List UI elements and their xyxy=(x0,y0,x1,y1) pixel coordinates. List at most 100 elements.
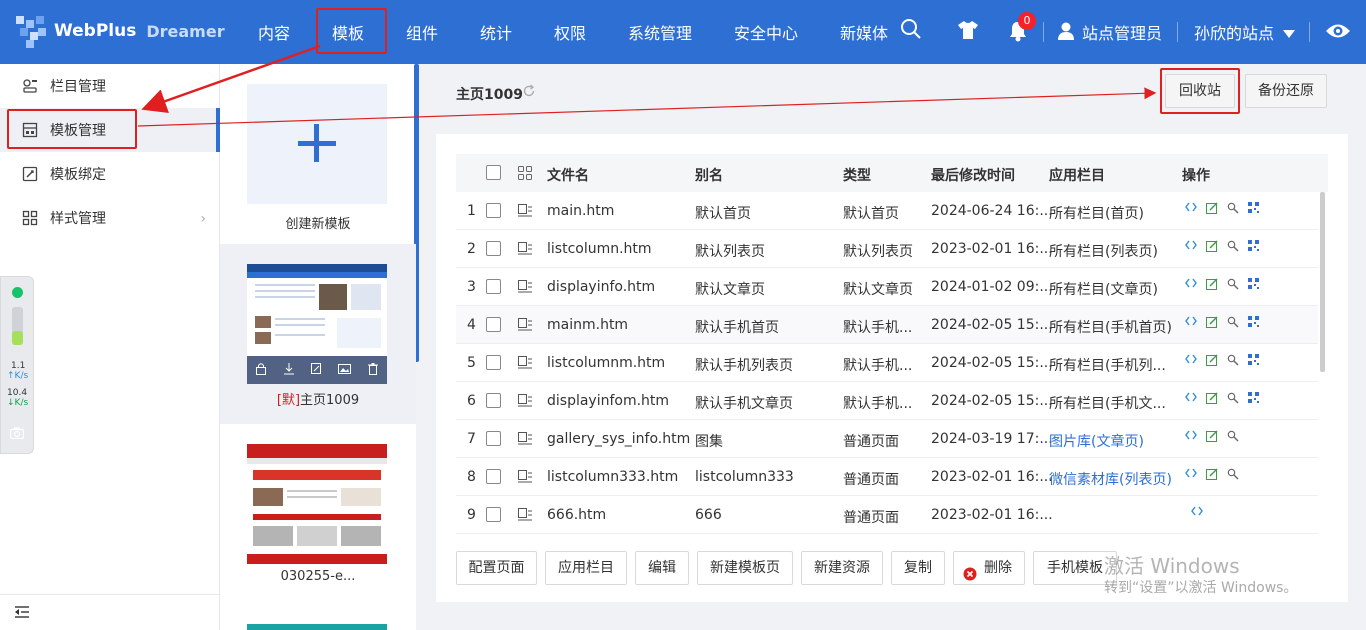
file-name[interactable]: listcolumnm.htm xyxy=(547,355,665,371)
col-filename[interactable]: 文件名 xyxy=(547,165,589,185)
col-modified[interactable]: 最后修改时间 xyxy=(931,165,1015,185)
nav-statistics[interactable]: 统计 xyxy=(480,20,512,44)
eye-icon[interactable] xyxy=(1325,22,1351,44)
select-all-checkbox[interactable] xyxy=(486,165,501,180)
view-icon[interactable] xyxy=(1227,468,1239,483)
table-row[interactable]: 5 listcolumnm.htm 默认手机列表页 默认手机... 2024-02-05… xyxy=(456,344,1318,382)
code-icon[interactable] xyxy=(1185,202,1197,217)
applied-column[interactable]: 图片库(文章页) xyxy=(1049,431,1144,451)
sidebar-item-style-manage[interactable]: 样式管理 › xyxy=(0,196,220,240)
new-resource-button[interactable]: 新建资源 xyxy=(801,551,883,585)
edit-icon[interactable] xyxy=(1206,468,1218,483)
qr-code-icon[interactable] xyxy=(1248,202,1259,217)
row-checkbox[interactable] xyxy=(486,279,501,294)
nav-component[interactable]: 组件 xyxy=(406,20,438,44)
row-checkbox[interactable] xyxy=(486,355,501,370)
table-row[interactable]: 8 listcolumn333.htm listcolumn333 普通页面 2023-… xyxy=(456,458,1318,496)
file-name[interactable]: main.htm xyxy=(547,203,614,219)
file-name[interactable]: 666.htm xyxy=(547,507,606,523)
backup-restore-button[interactable]: 备份还原 xyxy=(1245,74,1327,108)
edit-button[interactable]: 编辑 xyxy=(635,551,689,585)
table-row[interactable]: 7 gallery_sys_info.htm 图集 普通页面 2024-03-19 17… xyxy=(456,420,1318,458)
row-checkbox[interactable] xyxy=(486,431,501,446)
qr-code-icon[interactable] xyxy=(1248,392,1259,407)
file-name[interactable]: displayinfom.htm xyxy=(547,393,669,409)
collapse-menu-icon[interactable] xyxy=(14,605,30,623)
download-icon[interactable] xyxy=(283,362,295,378)
code-icon[interactable] xyxy=(1185,316,1197,331)
row-checkbox[interactable] xyxy=(486,317,501,332)
nav-new-media[interactable]: 新媒体 xyxy=(840,20,888,44)
sidebar-item-template-bind[interactable]: 模板绑定 xyxy=(0,152,220,196)
view-icon[interactable] xyxy=(1227,278,1239,293)
view-icon[interactable] xyxy=(1227,202,1239,217)
view-icon[interactable] xyxy=(1227,240,1239,255)
row-checkbox[interactable] xyxy=(486,393,501,408)
code-icon[interactable] xyxy=(1185,468,1197,483)
lock-icon[interactable] xyxy=(255,362,267,378)
view-icon[interactable] xyxy=(1227,354,1239,369)
code-icon[interactable] xyxy=(1191,506,1203,519)
user-name[interactable]: 站点管理员 xyxy=(1082,20,1162,44)
nav-security[interactable]: 安全中心 xyxy=(734,20,798,44)
file-name[interactable]: gallery_sys_info.htm xyxy=(547,431,690,447)
nav-system[interactable]: 系统管理 xyxy=(628,20,692,44)
view-icon[interactable] xyxy=(1227,430,1239,445)
file-name[interactable]: mainm.htm xyxy=(547,317,628,333)
col-type[interactable]: 类型 xyxy=(843,165,871,185)
edit-template-icon[interactable] xyxy=(310,362,322,378)
code-icon[interactable] xyxy=(1185,392,1197,407)
code-icon[interactable] xyxy=(1185,430,1197,445)
file-name[interactable]: listcolumn.htm xyxy=(547,241,652,257)
table-row[interactable]: 4 mainm.htm 默认手机首页 默认手机... 2024-02-05 15:...… xyxy=(456,306,1318,344)
qr-code-icon[interactable] xyxy=(1248,354,1259,369)
site-selector[interactable]: 孙欣的站点 xyxy=(1194,20,1274,44)
qr-code-icon[interactable] xyxy=(1248,240,1259,255)
preview-icon[interactable] xyxy=(338,363,352,378)
edit-icon[interactable] xyxy=(1206,354,1218,369)
delete-button[interactable]: 删除 xyxy=(953,551,1025,585)
network-speed-widget[interactable]: 1.1 ↑K/s 10.4 ↓K/s xyxy=(0,276,34,454)
row-checkbox[interactable] xyxy=(486,469,501,484)
logo[interactable]: WebPlus Dreamer xyxy=(14,14,225,48)
table-row[interactable]: 6 displayinfom.htm 默认手机文章页 默认手机... 2024-02-0… xyxy=(456,382,1318,420)
row-checkbox[interactable] xyxy=(486,203,501,218)
table-row[interactable]: 3 displayinfo.htm 默认文章页 默认文章页 2024-01-02 09:… xyxy=(456,268,1318,306)
row-checkbox[interactable] xyxy=(486,507,501,522)
config-page-button[interactable]: 配置页面 xyxy=(456,551,537,585)
applied-column[interactable]: 微信素材库(列表页) xyxy=(1049,469,1172,489)
view-icon[interactable] xyxy=(1227,316,1239,331)
nav-permission[interactable]: 权限 xyxy=(554,20,586,44)
table-row[interactable]: 9 666.htm 666 普通页面 2023-02-01 16:... xyxy=(456,496,1318,534)
edit-icon[interactable] xyxy=(1206,392,1218,407)
edit-icon[interactable] xyxy=(1206,430,1218,445)
table-scrollbar[interactable] xyxy=(1320,192,1325,372)
sidebar-item-column-manage[interactable]: 栏目管理 xyxy=(0,64,220,108)
qr-code-icon[interactable] xyxy=(1248,278,1259,293)
create-template-button[interactable] xyxy=(247,84,387,204)
camera-icon[interactable] xyxy=(9,427,25,443)
qr-code-icon[interactable] xyxy=(1248,316,1259,331)
caret-down-icon[interactable] xyxy=(1283,26,1295,42)
col-alias[interactable]: 别名 xyxy=(695,165,723,185)
delete-icon[interactable] xyxy=(367,362,379,378)
edit-icon[interactable] xyxy=(1206,202,1218,217)
view-icon[interactable] xyxy=(1227,392,1239,407)
template-thumbnail-3[interactable] xyxy=(247,624,387,630)
file-name[interactable]: displayinfo.htm xyxy=(547,279,655,295)
table-row[interactable]: 2 listcolumn.htm 默认列表页 默认列表页 2023-02-01 16:.… xyxy=(456,230,1318,268)
apply-column-button[interactable]: 应用栏目 xyxy=(545,551,627,585)
search-icon[interactable] xyxy=(900,18,922,44)
refresh-icon[interactable] xyxy=(522,84,536,102)
edit-icon[interactable] xyxy=(1206,240,1218,255)
code-icon[interactable] xyxy=(1185,354,1197,369)
copy-button[interactable]: 复制 xyxy=(891,551,945,585)
col-applied-column[interactable]: 应用栏目 xyxy=(1049,165,1105,185)
nav-content[interactable]: 内容 xyxy=(258,20,290,44)
table-row[interactable]: 1 main.htm 默认首页 默认首页 2024-06-24 16:... 所有栏目(首… xyxy=(456,192,1318,230)
code-icon[interactable] xyxy=(1185,278,1197,293)
edit-icon[interactable] xyxy=(1206,278,1218,293)
code-icon[interactable] xyxy=(1185,240,1197,255)
file-name[interactable]: listcolumn333.htm xyxy=(547,469,678,485)
template-thumbnail-2[interactable] xyxy=(247,444,387,564)
